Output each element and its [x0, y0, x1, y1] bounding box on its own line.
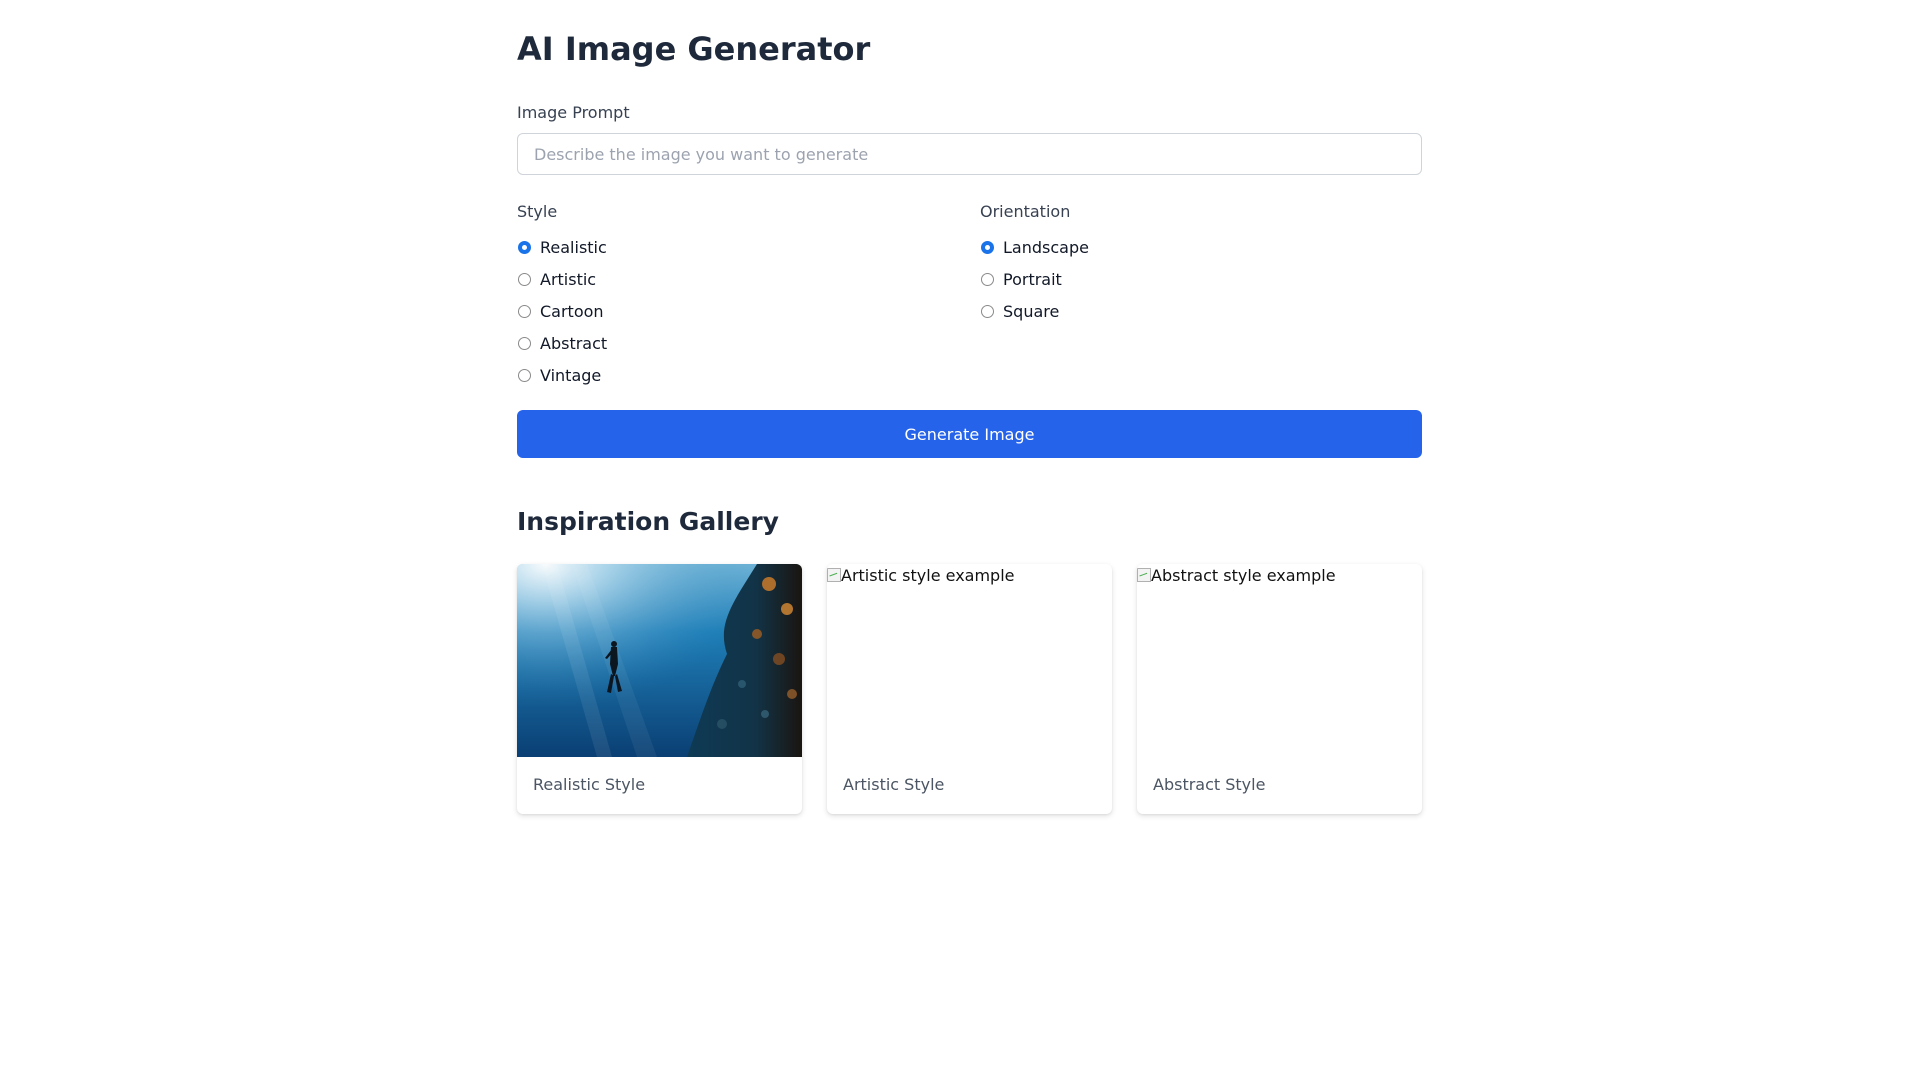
prompt-label: Image Prompt — [517, 103, 630, 122]
gallery-card-artistic[interactable]: Artistic style example Artistic Style — [827, 564, 1112, 814]
realistic-example-image — [517, 564, 802, 757]
radio-button[interactable] — [518, 240, 531, 254]
orientation-option-portrait[interactable]: Portrait — [980, 263, 1089, 295]
orientation-option-square[interactable]: Square — [980, 295, 1089, 327]
style-option-cartoon[interactable]: Cartoon — [517, 295, 607, 327]
orientation-option-label: Square — [1003, 301, 1060, 321]
radio-button[interactable] — [518, 368, 531, 382]
style-option-vintage[interactable]: Vintage — [517, 359, 607, 391]
broken-image: Artistic style example — [827, 564, 1112, 585]
card-caption: Abstract Style — [1153, 775, 1266, 794]
gallery-card-abstract[interactable]: Abstract style example Abstract Style — [1137, 564, 1422, 814]
abstract-example-image: Abstract style example — [1137, 564, 1422, 757]
underwater-diver-illustration — [517, 564, 802, 757]
radio-button[interactable] — [981, 304, 994, 318]
orientation-label: Orientation — [980, 202, 1071, 221]
broken-image-icon — [827, 568, 841, 582]
style-option-artistic[interactable]: Artistic — [517, 263, 607, 295]
style-option-label: Vintage — [540, 365, 602, 385]
gallery-title: Inspiration Gallery — [517, 507, 779, 536]
radio-button[interactable] — [518, 336, 531, 350]
orientation-option-label: Landscape — [1003, 237, 1089, 257]
orientation-option-landscape[interactable]: Landscape — [980, 231, 1089, 263]
orientation-option-label: Portrait — [1003, 269, 1062, 289]
radio-button[interactable] — [518, 304, 531, 318]
style-option-abstract[interactable]: Abstract — [517, 327, 607, 359]
image-alt-text: Abstract style example — [1151, 566, 1336, 585]
card-caption: Realistic Style — [533, 775, 646, 794]
style-option-label: Cartoon — [540, 301, 604, 321]
generate-image-button[interactable]: Generate Image — [517, 410, 1422, 458]
radio-button[interactable] — [981, 240, 994, 254]
radio-button[interactable] — [518, 272, 531, 286]
prompt-input[interactable] — [517, 133, 1422, 175]
style-option-label: Artistic — [540, 269, 597, 289]
image-alt-text: Artistic style example — [841, 566, 1015, 585]
style-option-realistic[interactable]: Realistic — [517, 231, 607, 263]
style-label: Style — [517, 202, 558, 221]
style-option-label: Realistic — [540, 237, 607, 257]
radio-button[interactable] — [981, 272, 994, 286]
orientation-radio-group: Landscape Portrait Square — [980, 231, 1089, 327]
broken-image-icon — [1137, 568, 1151, 582]
style-radio-group: Realistic Artistic Cartoon Abstract Vint… — [517, 231, 607, 391]
artistic-example-image: Artistic style example — [827, 564, 1112, 757]
style-option-label: Abstract — [540, 333, 608, 353]
broken-image: Abstract style example — [1137, 564, 1422, 585]
page-title: AI Image Generator — [517, 30, 871, 68]
card-caption: Artistic Style — [843, 775, 945, 794]
gallery-card-realistic[interactable]: Realistic Style — [517, 564, 802, 814]
